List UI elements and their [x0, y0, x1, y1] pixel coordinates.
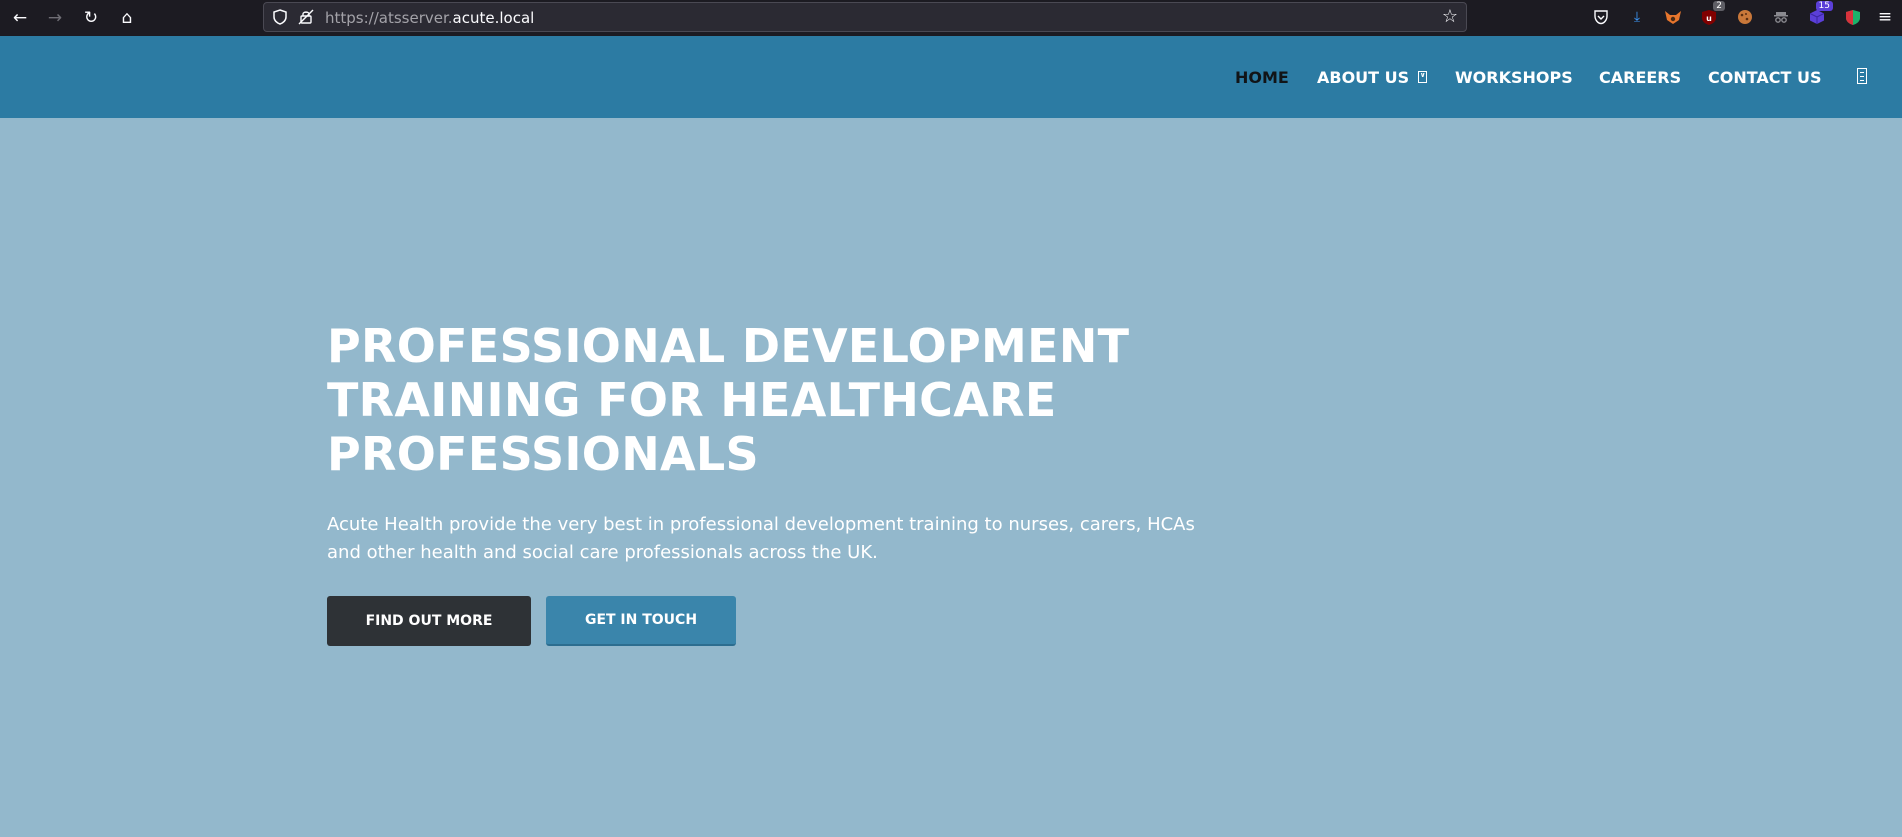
foxyproxy-icon[interactable] — [1663, 7, 1683, 27]
browser-toolbar: ← → ↻ ⌂ https://atsserver.acute.local ☆ … — [0, 0, 1902, 36]
hamburger-menu-icon[interactable]: ≡ — [1875, 7, 1895, 27]
forward-icon[interactable]: → — [43, 6, 67, 30]
nav-careers-label: CAREERS — [1599, 67, 1682, 87]
hero-title: PROFESSIONAL DEVELOPMENT TRAINING FOR HE… — [327, 319, 1130, 481]
nav-home-label: HOME — [1235, 67, 1289, 87]
site-header: HOME ABOUT US ∨ WORKSHOPS CAREERS CONTAC… — [0, 36, 1902, 118]
hero-subtitle: Acute Health provide the very best in pr… — [327, 514, 1195, 563]
ublock-icon[interactable]: u 2 — [1699, 1, 1725, 27]
tracking-shield-icon[interactable] — [270, 7, 290, 27]
cube-extension-badge: 15 — [1815, 1, 1833, 11]
pocket-icon[interactable] — [1591, 7, 1611, 27]
nav-careers[interactable]: CAREERS — [1599, 36, 1681, 118]
svg-text:u: u — [1706, 14, 1712, 23]
nav-about-us[interactable]: ABOUT US ∨ — [1317, 36, 1428, 118]
url-text[interactable]: https://atsserver.acute.local — [325, 9, 534, 27]
find-out-more-button[interactable]: FIND OUT MORE — [327, 596, 531, 646]
download-icon[interactable]: ⤓ — [1627, 7, 1647, 27]
cookie-icon[interactable] — [1735, 7, 1755, 27]
ublock-badge: 2 — [1713, 1, 1725, 11]
dropdown-caret-icon[interactable]: ∨ — [1418, 71, 1428, 83]
nav-workshops[interactable]: WORKSHOPS — [1455, 36, 1573, 118]
address-bar[interactable]: https://atsserver.acute.local ☆ — [263, 2, 1467, 32]
spy-icon[interactable] — [1771, 7, 1791, 27]
nav-home[interactable]: HOME — [1235, 36, 1289, 118]
menu-toggle-icon[interactable] — [1857, 68, 1867, 84]
hero-section: PROFESSIONAL DEVELOPMENT TRAINING FOR HE… — [0, 118, 1902, 837]
insecure-lock-icon[interactable] — [296, 7, 316, 27]
get-in-touch-button[interactable]: GET IN TOUCH — [546, 596, 736, 646]
cube-extension-icon[interactable]: 15 — [1807, 1, 1833, 27]
back-icon[interactable]: ← — [8, 6, 32, 30]
url-prefix: https://atsserver. — [325, 9, 453, 27]
nav-workshops-label: WORKSHOPS — [1455, 67, 1573, 87]
shield-extension-icon[interactable] — [1843, 7, 1863, 27]
bookmark-star-icon[interactable]: ☆ — [1442, 6, 1458, 27]
url-host: acute.local — [452, 9, 535, 27]
nav-about-us-label: ABOUT US — [1317, 67, 1410, 87]
nav-contact-us[interactable]: CONTACT US — [1708, 36, 1822, 118]
reload-icon[interactable]: ↻ — [79, 6, 103, 30]
nav-contact-us-label: CONTACT US — [1708, 67, 1822, 87]
home-icon[interactable]: ⌂ — [115, 6, 139, 30]
